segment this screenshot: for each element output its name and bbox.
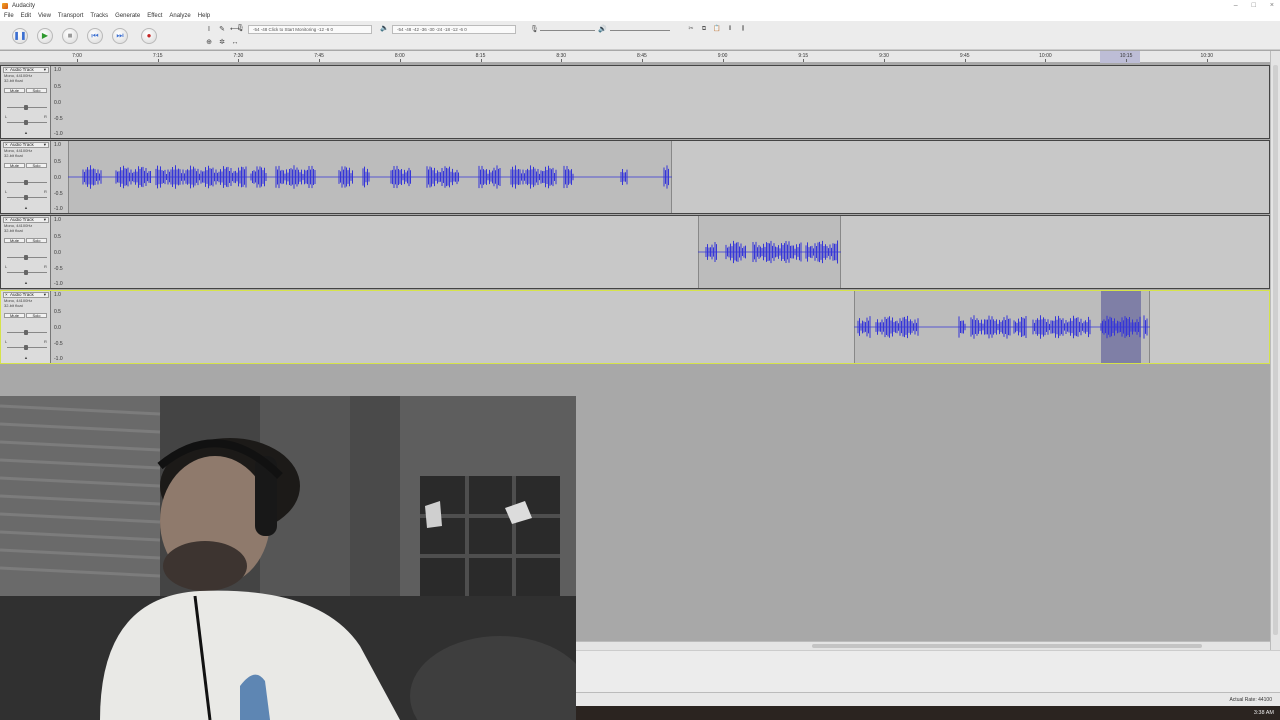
waveform bbox=[854, 315, 1150, 339]
edit-toolbar: ✂ ⧉ 📋 ⫴ ⫼ bbox=[686, 24, 748, 34]
zoom-tool-icon[interactable]: ⊕ bbox=[203, 37, 215, 49]
ruler-tick bbox=[77, 59, 78, 62]
skip-start-button[interactable]: ⏮ bbox=[87, 28, 103, 44]
playback-volume-slider[interactable] bbox=[610, 30, 670, 31]
ruler-tick bbox=[803, 59, 805, 62]
recording-volume-slider[interactable] bbox=[540, 30, 595, 31]
skip-start-icon: ⏮ bbox=[91, 31, 99, 40]
window-title: Audacity bbox=[12, 2, 36, 9]
mixer-toolbar: 🎙 🔊 bbox=[530, 26, 680, 34]
stop-icon: ■ bbox=[67, 31, 73, 40]
system-clock: 3:38 AM bbox=[1253, 710, 1274, 716]
menu-help[interactable]: Help bbox=[198, 13, 210, 19]
selection-tool-icon[interactable]: I bbox=[203, 24, 215, 36]
record-meter[interactable]: -54 -48 Click to Start Monitoring -12 -6… bbox=[248, 25, 372, 34]
actual-rate: Actual Rate: 44100 bbox=[1229, 697, 1272, 703]
audio-track[interactable]: × Audio Track ▾ Mono, 44100Hz 32-bit float M… bbox=[0, 140, 1270, 214]
paste-icon[interactable]: 📋 bbox=[712, 24, 722, 34]
toolbar: ❚❚ ▶ ■ ⏮ ⏭ ● I ✎ ⟷ ⊕ ✲ ↔ 🎙 -54 -48 Click to S… bbox=[0, 21, 1280, 50]
ruler-tick bbox=[964, 59, 966, 62]
speaker-volume-icon: 🔊 bbox=[598, 26, 607, 33]
menu-generate[interactable]: Generate bbox=[115, 13, 140, 19]
ruler-tick bbox=[884, 59, 885, 62]
ruler-tick bbox=[1045, 59, 1047, 62]
menu-effect[interactable]: Effect bbox=[147, 13, 162, 19]
horizontal-scroll-thumb[interactable] bbox=[812, 644, 1202, 648]
microphone-icon: 🎙 bbox=[236, 25, 245, 32]
webcam-overlay bbox=[0, 396, 576, 720]
speaker-icon: 🔈 bbox=[380, 25, 389, 32]
ruler-tick bbox=[480, 59, 482, 62]
menu-view[interactable]: View bbox=[38, 13, 51, 19]
ruler-tick bbox=[319, 59, 321, 62]
webcam-feed-image bbox=[0, 396, 576, 720]
mic-volume-icon: 🎙 bbox=[530, 26, 539, 33]
ruler-tick bbox=[561, 59, 563, 62]
pause-button[interactable]: ❚❚ bbox=[12, 28, 28, 44]
stop-button[interactable]: ■ bbox=[62, 28, 78, 44]
timeshift-tool-icon[interactable]: ↔ bbox=[229, 37, 241, 49]
ruler-tick bbox=[722, 59, 724, 62]
waveform bbox=[698, 240, 841, 264]
audio-track[interactable]: × Audio Track ▾ Mono, 44100Hz 32-bit float M… bbox=[0, 290, 1270, 364]
audacity-logo-icon bbox=[2, 2, 8, 9]
menu-analyze[interactable]: Analyze bbox=[169, 13, 190, 19]
cut-icon[interactable]: ✂ bbox=[686, 24, 696, 34]
vertical-scrollbar[interactable] bbox=[1270, 51, 1280, 650]
silence-icon[interactable]: ⫼ bbox=[738, 24, 748, 34]
audio-track[interactable]: × Audio Track ▾ Mono, 44100Hz 32-bit float M… bbox=[0, 65, 1270, 139]
menu-edit[interactable]: Edit bbox=[21, 13, 31, 19]
taskbar: 3:38 AM bbox=[576, 706, 1280, 720]
copy-icon[interactable]: ⧉ bbox=[699, 24, 709, 34]
ruler-tick bbox=[1206, 59, 1208, 62]
skip-end-button[interactable]: ⏭ bbox=[112, 28, 128, 44]
ruler-tick bbox=[238, 59, 240, 62]
timeline-ruler[interactable]: 7:00 7:15 7:30 7:45 8:00 8:15 8:30 8:45 9:00 9:15… bbox=[0, 51, 1270, 63]
ruler-tick bbox=[157, 59, 159, 62]
maximize-button[interactable]: □ bbox=[1252, 0, 1256, 11]
close-button[interactable]: × bbox=[1270, 0, 1274, 11]
draw-tool-icon[interactable]: ✎ bbox=[216, 24, 228, 36]
horizontal-scrollbar[interactable] bbox=[576, 641, 1270, 650]
playback-meter[interactable]: -54 -48 -42 -36 -30 -24 -18 -12 -6 0 bbox=[392, 25, 516, 34]
record-button[interactable]: ● bbox=[141, 28, 157, 44]
multi-tool-icon[interactable]: ✲ bbox=[216, 37, 228, 49]
menu-file[interactable]: File bbox=[4, 13, 14, 19]
vertical-scroll-thumb[interactable] bbox=[1273, 65, 1278, 635]
selection-toolbar bbox=[576, 650, 1280, 692]
ruler-tick bbox=[641, 59, 643, 62]
waveform bbox=[68, 165, 672, 189]
skip-end-icon: ⏭ bbox=[116, 31, 124, 40]
menu-bar: File Edit View Transport Tracks Generate… bbox=[0, 11, 1280, 21]
play-icon: ▶ bbox=[41, 31, 49, 40]
status-bar: Actual Rate: 44100 bbox=[576, 692, 1280, 706]
menu-transport[interactable]: Transport bbox=[58, 13, 83, 19]
ruler-tick bbox=[1126, 59, 1128, 62]
minimize-button[interactable]: – bbox=[1234, 0, 1238, 11]
trim-icon[interactable]: ⫴ bbox=[725, 24, 735, 34]
ruler-tick bbox=[399, 59, 401, 62]
menu-tracks[interactable]: Tracks bbox=[90, 13, 108, 19]
title-bar: Audacity – □ × bbox=[0, 0, 1280, 11]
audio-track[interactable]: × Audio Track ▾ Mono, 44100Hz 32-bit float M… bbox=[0, 215, 1270, 289]
pause-icon: ❚❚ bbox=[13, 31, 27, 40]
play-button[interactable]: ▶ bbox=[37, 28, 53, 44]
record-icon: ● bbox=[146, 31, 152, 40]
waveform bbox=[1, 66, 1269, 138]
